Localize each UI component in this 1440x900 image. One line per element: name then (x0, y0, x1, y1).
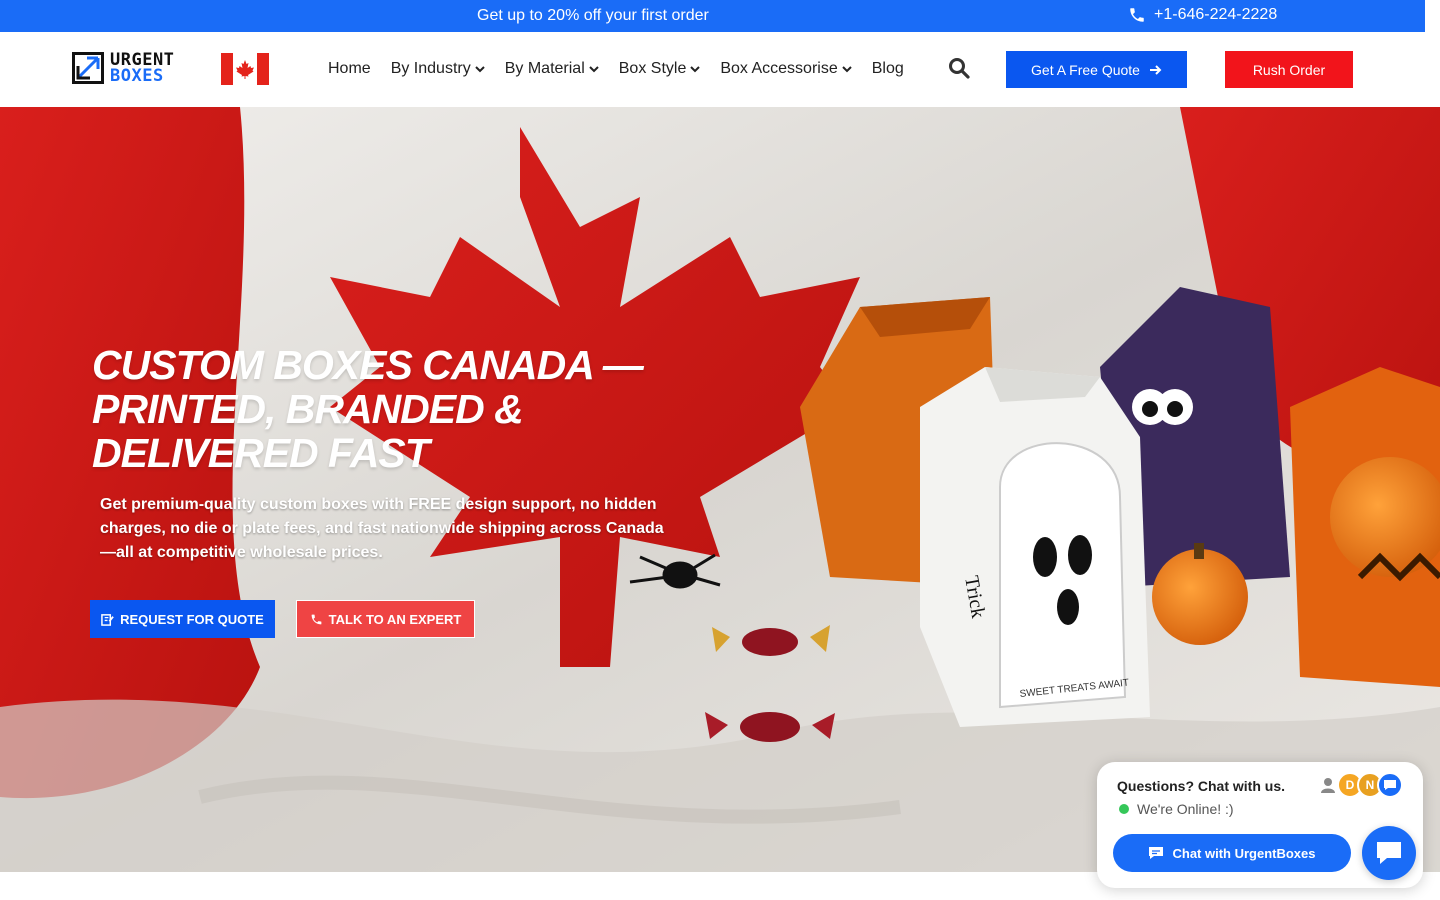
chat-with-us-button[interactable]: Chat with UrgentBoxes (1113, 834, 1351, 872)
agent-avatars: D N (1321, 772, 1403, 798)
hero-image: Trick SWEET TREATS AWAIT (0, 107, 1440, 872)
logo-text-boxes: BOXES (110, 66, 164, 86)
quote-button-label: Get A Free Quote (1031, 61, 1140, 78)
nav-home[interactable]: Home (328, 60, 371, 78)
hero-section: Trick SWEET TREATS AWAIT Custom Boxes Ca… (0, 107, 1440, 872)
talk-to-expert-button[interactable]: TALK TO AN EXPERT (296, 600, 475, 638)
phone-icon (311, 614, 322, 624)
arrow-right-icon (1149, 64, 1162, 75)
nav-label: Home (328, 60, 371, 77)
edit-note-icon (101, 613, 114, 626)
search-icon[interactable] (948, 57, 970, 79)
rush-button-label: Rush Order (1252, 61, 1326, 78)
get-free-quote-button[interactable]: Get A Free Quote (1006, 51, 1187, 88)
chat-button-label: Chat with UrgentBoxes (1172, 845, 1316, 861)
user-icon (1321, 778, 1335, 793)
phone-icon (1130, 8, 1144, 22)
request-quote-button[interactable]: REQUEST FOR QUOTE (90, 600, 275, 638)
chevron-down-icon (842, 66, 852, 73)
chevron-down-icon (690, 66, 701, 73)
talk-expert-label: TALK TO AN EXPERT (328, 611, 462, 627)
phone-link[interactable]: +1-646-224-2228 (1128, 6, 1277, 24)
nav-box-style[interactable]: Box Style (619, 60, 701, 78)
promo-text: Get up to 20% off your first order (477, 7, 709, 24)
main-nav: Home By Industry By Material Box Style B… (328, 60, 904, 78)
chat-bubble-icon (1377, 772, 1403, 798)
hero-title: Custom Boxes Canada — Printed, Branded &… (92, 342, 644, 476)
promo-bar: Get up to 20% off your first order +1-64… (0, 0, 1425, 32)
nav-label: Box Style (618, 60, 687, 77)
nav-box-accessorise[interactable]: Box Accessorise (720, 60, 852, 78)
phone-number: +1-646-224-2228 (1154, 6, 1278, 23)
chat-status: We're Online! :) (1119, 801, 1234, 817)
nav-label: Blog (871, 60, 904, 77)
nav-label: By Industry (390, 60, 471, 77)
canada-flag-icon (221, 53, 269, 85)
chat-icon (1149, 847, 1164, 859)
site-header: URGENT BOXES Home By Industry By Materia… (0, 32, 1425, 107)
chat-launcher-button[interactable] (1362, 826, 1416, 880)
chat-bubble-icon (1377, 842, 1401, 864)
hero-subtitle: Get premium-quality custom boxes with FR… (100, 496, 664, 561)
chevron-down-icon (589, 66, 599, 73)
nav-by-industry[interactable]: By Industry (391, 60, 485, 78)
chat-question: Questions? Chat with us. (1117, 778, 1286, 794)
logo-mark-icon (72, 52, 104, 84)
nav-label: By Material (504, 60, 585, 77)
request-quote-label: REQUEST FOR QUOTE (120, 611, 264, 627)
rush-order-button[interactable]: Rush Order (1225, 51, 1353, 88)
nav-label: Box Accessorise (720, 60, 838, 77)
chat-status-text: We're Online! :) (1137, 801, 1234, 817)
site-logo[interactable]: URGENT BOXES (72, 52, 174, 86)
online-dot-icon (1119, 804, 1129, 814)
nav-by-material[interactable]: By Material (505, 60, 599, 78)
nav-blog[interactable]: Blog (872, 60, 904, 78)
chevron-down-icon (475, 66, 485, 73)
